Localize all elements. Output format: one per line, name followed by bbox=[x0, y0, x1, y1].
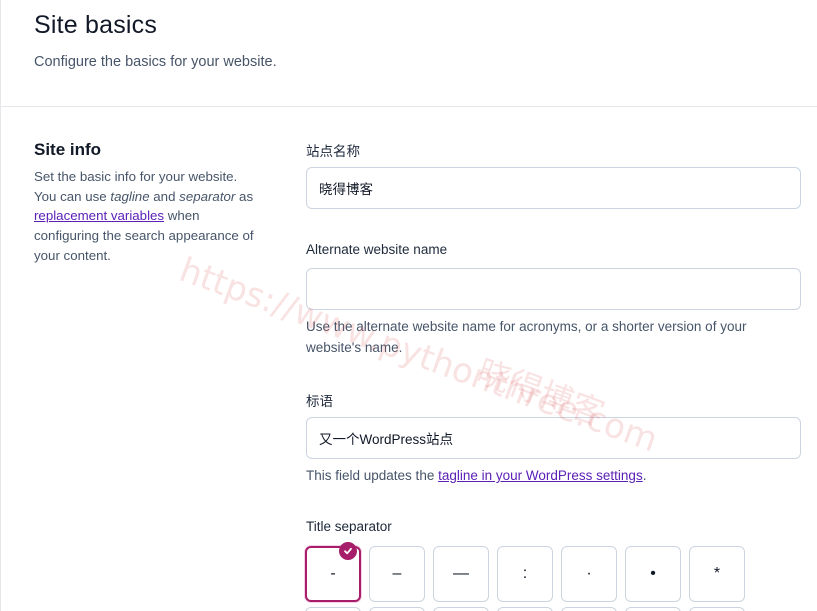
separator-option-hyphen[interactable]: - bbox=[305, 542, 361, 602]
separator-option-colon[interactable]: : bbox=[497, 546, 553, 602]
separator-option-partial[interactable] bbox=[561, 607, 617, 611]
separator-option-em-dash[interactable]: — bbox=[433, 546, 489, 602]
section-description: Set the basic info for your website. You… bbox=[34, 167, 259, 266]
tagline-label: 标语 bbox=[306, 394, 333, 409]
tagline-help-text-2: . bbox=[642, 468, 647, 483]
page-title: Site basics bbox=[34, 11, 158, 39]
separator-option-partial[interactable] bbox=[369, 607, 425, 611]
desc-tagline-term: tagline bbox=[110, 188, 150, 204]
separator-option-middot[interactable]: · bbox=[561, 546, 617, 602]
page-header: Site basics Configure the basics for you… bbox=[0, 0, 817, 107]
separator-glyph: * bbox=[713, 565, 721, 582]
alternate-name-input[interactable] bbox=[306, 268, 801, 310]
desc-text-as: as bbox=[235, 188, 254, 204]
site-name-label: 站点名称 bbox=[306, 144, 360, 159]
title-separator-label: Title separator bbox=[306, 519, 392, 534]
separator-option-bullet[interactable]: • bbox=[625, 546, 681, 602]
desc-text-and: and bbox=[149, 188, 180, 204]
separator-option-asterisk[interactable]: * bbox=[689, 546, 745, 602]
separator-option-partial[interactable] bbox=[625, 607, 681, 611]
section-title-site-info: Site info bbox=[34, 140, 102, 159]
check-icon bbox=[339, 542, 357, 560]
separator-option-en-dash[interactable]: – bbox=[369, 546, 425, 602]
alternate-name-help: Use the alternate website name for acron… bbox=[306, 319, 747, 355]
tagline-input[interactable] bbox=[306, 417, 801, 459]
separator-glyph: – bbox=[392, 565, 402, 582]
separator-option-partial[interactable] bbox=[689, 607, 745, 611]
separator-option-partial[interactable] bbox=[433, 607, 489, 611]
separator-glyph: • bbox=[650, 565, 656, 582]
page-subtitle: Configure the basics for your website. bbox=[34, 54, 277, 70]
desc-separator-term: separator bbox=[179, 188, 236, 204]
tagline-help-text-1: This field updates the bbox=[306, 468, 439, 483]
separator-glyph: · bbox=[586, 565, 592, 582]
separator-glyph: - bbox=[330, 565, 336, 582]
separator-glyph: — bbox=[453, 565, 469, 582]
replacement-variables-link[interactable]: replacement variables bbox=[34, 208, 164, 223]
site-name-input[interactable] bbox=[306, 167, 801, 209]
separator-option-partial[interactable] bbox=[497, 607, 553, 611]
tagline-settings-link[interactable]: tagline in your WordPress settings bbox=[438, 468, 643, 483]
separator-options: - – — : · • * bbox=[305, 542, 745, 602]
separator-option-partial[interactable] bbox=[305, 607, 361, 611]
separator-glyph: : bbox=[522, 565, 528, 582]
separator-options-row-2 bbox=[305, 607, 745, 611]
alternate-name-label: Alternate website name bbox=[306, 242, 448, 257]
tagline-help: This field updates the tagline in your W… bbox=[306, 466, 796, 487]
